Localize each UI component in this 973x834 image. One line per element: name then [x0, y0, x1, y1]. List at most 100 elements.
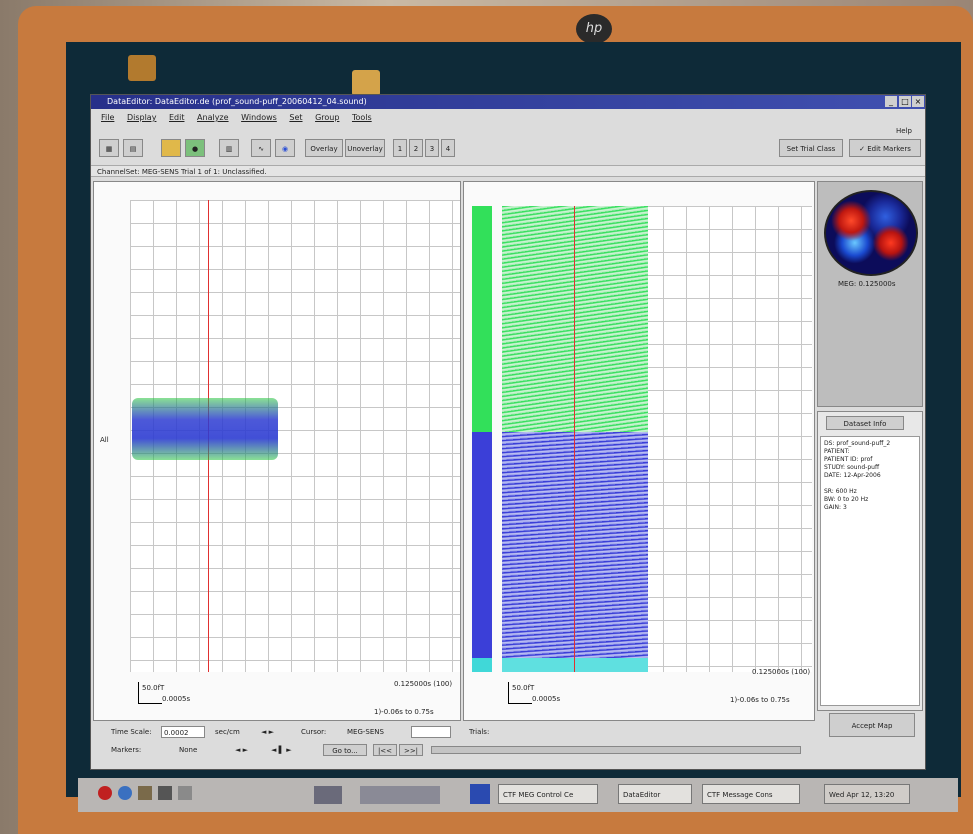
- left-time-scale-bar: [138, 703, 162, 704]
- fast-forward-button[interactable]: >>|: [399, 744, 423, 756]
- info-line: DATE: 12-Apr-2006: [824, 472, 881, 479]
- menu-windows[interactable]: Windows: [241, 111, 277, 125]
- accept-map-button[interactable]: Accept Map: [829, 713, 915, 737]
- browser-icon[interactable]: [118, 786, 132, 800]
- left-time-label: 0.125000s (100): [394, 680, 453, 688]
- cursor-value: MEG-SENS: [347, 728, 384, 736]
- wave-icon[interactable]: ∿: [251, 139, 271, 157]
- terminal-icon[interactable]: [158, 786, 172, 800]
- left-time-scale-label: 0.0005s: [162, 695, 191, 703]
- info-line: GAIN: 3: [824, 504, 847, 511]
- info-line: [824, 480, 916, 488]
- page-button-1[interactable]: 1: [393, 139, 407, 157]
- menu-edit[interactable]: Edit: [169, 111, 185, 125]
- task-ctf-meg-control[interactable]: CTF MEG Control Ce: [498, 784, 598, 804]
- print-icon[interactable]: ▤: [123, 139, 143, 157]
- menu-set[interactable]: Set: [289, 111, 302, 125]
- cursor-input[interactable]: [411, 726, 451, 738]
- dataset-info-panel: Dataset Info DS: prof_sound-puff_2 PATIE…: [817, 411, 923, 711]
- trial-nav-arrows[interactable]: ◄ ▌ ►: [271, 743, 292, 757]
- go-icon[interactable]: ●: [185, 139, 205, 157]
- menu-file[interactable]: File: [101, 111, 114, 125]
- left-channel-label: All: [100, 436, 109, 444]
- time-scale-input[interactable]: 0.0002: [161, 726, 205, 738]
- right-time-scale-label: 0.0005s: [532, 695, 561, 703]
- channel-bar-blue: [472, 432, 492, 658]
- right-scale-label: 50.0fT: [512, 684, 535, 692]
- right-time-cursor[interactable]: [574, 206, 575, 672]
- channel-bar-cyan: [472, 658, 492, 672]
- time-scale-row: Time Scale: 0.0002 sec/cm ◄ ► Cursor: ME…: [91, 725, 811, 739]
- info-line: SR: 600 Hz: [824, 488, 857, 495]
- page-button-4[interactable]: 4: [441, 139, 455, 157]
- left-plot-panel: All 50.0fT 0.0005s 0.125000s (100) 1)-0.…: [93, 181, 461, 721]
- dataset-info-button[interactable]: Dataset Info: [826, 416, 904, 430]
- ctf-app-icon[interactable]: [470, 784, 490, 804]
- left-scale-bar: [138, 682, 139, 704]
- open-icon[interactable]: ▦: [99, 139, 119, 157]
- topomap-label: MEG: 0.125000s: [838, 280, 896, 288]
- left-overlay-waveforms: [132, 398, 278, 460]
- left-range-label: 1)-0.06s to 0.75s: [374, 708, 434, 716]
- dataset-info-text: DS: prof_sound-puff_2 PATIENT: PATIENT I…: [820, 436, 920, 706]
- data-editor-window: DataEditor: DataEditor.de (prof_sound-pu…: [90, 94, 926, 770]
- grid-icon[interactable]: ▥: [219, 139, 239, 157]
- tools-icon[interactable]: [138, 786, 152, 800]
- unoverlay-button[interactable]: Unoverlay: [345, 139, 385, 157]
- toolbar: ▦ ▤ ● ▥ ∿ ◉ Overlay Unoverlay 1 2 3 4 Se…: [91, 135, 925, 161]
- filter-icon[interactable]: [161, 139, 181, 157]
- green-channel-traces: [502, 206, 648, 432]
- taskbar: CTF MEG Control Ce DataEditor CTF Messag…: [78, 778, 958, 812]
- topomap-panel: MEG: 0.125000s: [817, 181, 923, 407]
- menu-tools[interactable]: Tools: [352, 111, 372, 125]
- info-line: PATIENT ID: prof: [824, 456, 873, 463]
- trial-scrollbar[interactable]: [431, 746, 801, 754]
- maximize-button[interactable]: □: [899, 96, 911, 107]
- help-menu[interactable]: Help: [896, 127, 912, 135]
- menu-analyze[interactable]: Analyze: [197, 111, 229, 125]
- title-bar[interactable]: DataEditor: DataEditor.de (prof_sound-pu…: [91, 95, 925, 109]
- goto-button[interactable]: Go to...: [323, 744, 367, 756]
- menu-display[interactable]: Display: [127, 111, 157, 125]
- right-time-label: 0.125000s (100): [752, 668, 811, 676]
- minimize-button[interactable]: _: [885, 96, 897, 107]
- overlay-button[interactable]: Overlay: [305, 139, 343, 157]
- blue-channel-traces: [502, 432, 648, 658]
- task-data-editor[interactable]: DataEditor: [618, 784, 692, 804]
- trials-label: Trials:: [469, 728, 490, 736]
- menu-group[interactable]: Group: [315, 111, 339, 125]
- workspace-switcher[interactable]: [314, 786, 342, 804]
- hp-logo: hp: [576, 14, 612, 44]
- time-scale-unit: sec/cm: [215, 728, 240, 736]
- task-ctf-message-console[interactable]: CTF Message Cons: [702, 784, 800, 804]
- rewind-button[interactable]: |<<: [373, 744, 397, 756]
- right-plot-panel: 50.0fT 0.0005s 0.125000s (100) 1)-0.06s …: [463, 181, 815, 721]
- stop-icon[interactable]: ◉: [275, 139, 295, 157]
- page-button-3[interactable]: 3: [425, 139, 439, 157]
- time-scale-arrows[interactable]: ◄ ►: [261, 725, 274, 739]
- desktop-home-icon[interactable]: [128, 55, 156, 81]
- info-line: DS: prof_sound-puff_2: [824, 440, 891, 447]
- editor-icon[interactable]: [178, 786, 192, 800]
- right-range-label: 1)-0.06s to 0.75s: [730, 696, 790, 704]
- cursor-label: Cursor:: [301, 728, 327, 736]
- taskbar-clock[interactable]: Wed Apr 12, 13:20: [824, 784, 910, 804]
- redhat-icon[interactable]: [98, 786, 112, 800]
- marker-arrows[interactable]: ◄ ►: [235, 743, 248, 757]
- right-time-scale-bar: [508, 703, 532, 704]
- info-line: PATIENT:: [824, 448, 850, 455]
- markers-row: Markers: None ◄ ► ◄ ▌ ► Go to... |<< >>|: [91, 743, 811, 757]
- markers-label: Markers:: [111, 746, 142, 754]
- desktop-folder-icon[interactable]: [352, 70, 380, 96]
- close-button[interactable]: ×: [912, 96, 924, 107]
- left-scale-label: 50.0fT: [142, 684, 165, 692]
- time-scale-label: Time Scale:: [111, 728, 152, 736]
- channel-bar-green: [472, 206, 492, 432]
- edit-markers-checkbox[interactable]: ✓ Edit Markers: [849, 139, 921, 157]
- window-list-icons[interactable]: [360, 786, 440, 804]
- set-trial-class-button[interactable]: Set Trial Class: [779, 139, 843, 157]
- page-button-2[interactable]: 2: [409, 139, 423, 157]
- right-scale-bar: [508, 682, 509, 704]
- markers-value: None: [179, 746, 198, 754]
- meg-topography-map[interactable]: [824, 190, 918, 276]
